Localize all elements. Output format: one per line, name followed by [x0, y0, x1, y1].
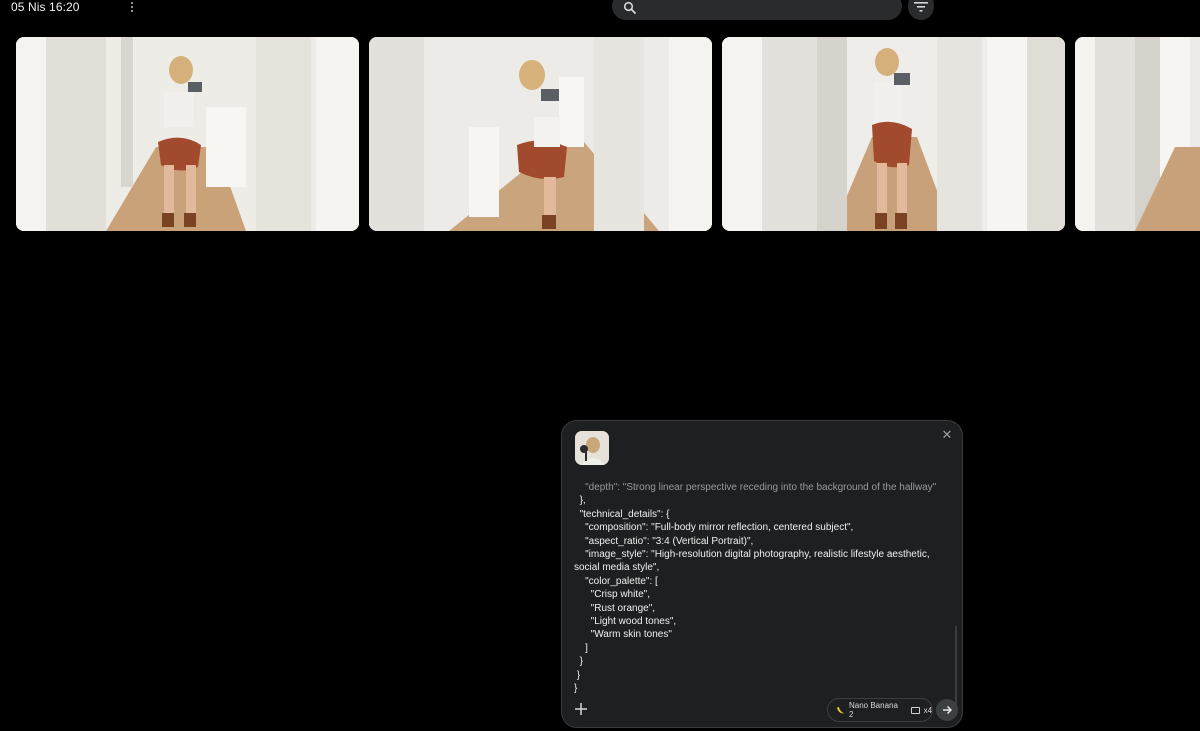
prompt-line: "Warm skin tones" [574, 629, 672, 641]
model-selector[interactable]: Nano Banana 2 x4 [827, 698, 933, 722]
prompt-line: "Crisp white", [574, 589, 651, 601]
session-timestamp: 05 Nis 16:20 [11, 0, 80, 14]
prompt-line: "technical_details": { [574, 508, 670, 520]
model-name: Nano Banana 2 [849, 701, 898, 719]
top-bar: 05 Nis 16:20 [0, 0, 1200, 22]
prompt-textarea[interactable]: "depth": "Strong linear perspective rece… [574, 481, 944, 699]
prompt-composer: ✕ "depth": "Strong linear perspective re… [561, 420, 963, 728]
prompt-line: "aspect_ratio": "3:4 (Vertical Portrait)… [574, 535, 754, 547]
prompt-line: "Rust orange", [574, 602, 656, 614]
more-options-icon[interactable] [128, 0, 136, 14]
gallery-image-3[interactable] [722, 37, 1065, 231]
prompt-line: "depth": "Strong linear perspective rece… [574, 482, 937, 493]
filter-button[interactable] [908, 0, 934, 20]
prompt-line: "composition": "Full-body mirror reflect… [574, 522, 854, 534]
gallery-image-4[interactable] [1075, 37, 1200, 231]
prompt-line: social media style", [574, 562, 660, 574]
banana-icon [836, 706, 845, 713]
close-icon[interactable]: ✕ [940, 428, 954, 442]
photo-woman-mirror-selfie-hallway-icon [369, 37, 712, 231]
prompt-line: } [574, 656, 583, 668]
aspect-ratio-icon [910, 706, 920, 714]
prompt-line: } [574, 683, 578, 695]
prompt-line: "image_style": "High-resolution digital … [574, 549, 930, 561]
photo-woman-mirror-selfie-hallway-icon [1075, 37, 1200, 231]
send-button[interactable] [936, 699, 958, 721]
prompt-line: ] [574, 642, 588, 654]
prompt-line: } [574, 669, 581, 681]
photo-woman-mirror-selfie-hallway-icon [722, 37, 1065, 231]
gallery-image-1[interactable] [16, 37, 359, 231]
photo-woman-mirror-selfie-hallway-icon [16, 37, 359, 231]
search-icon [623, 1, 636, 14]
prompt-line: "Light wood tones", [574, 616, 677, 628]
reference-portrait-icon [575, 431, 609, 465]
arrow-right-icon [943, 705, 953, 715]
prompt-line: "color_palette": [ [574, 575, 658, 587]
reference-image-thumbnail[interactable] [575, 431, 609, 465]
add-icon[interactable] [573, 701, 589, 717]
prompt-line: }, [574, 495, 586, 507]
filter-icon [914, 2, 928, 12]
search-input[interactable] [646, 0, 886, 16]
image-gallery [0, 37, 1200, 232]
image-count: x4 [923, 705, 933, 715]
gallery-image-2[interactable] [369, 37, 712, 231]
search-bar[interactable] [612, 0, 902, 20]
